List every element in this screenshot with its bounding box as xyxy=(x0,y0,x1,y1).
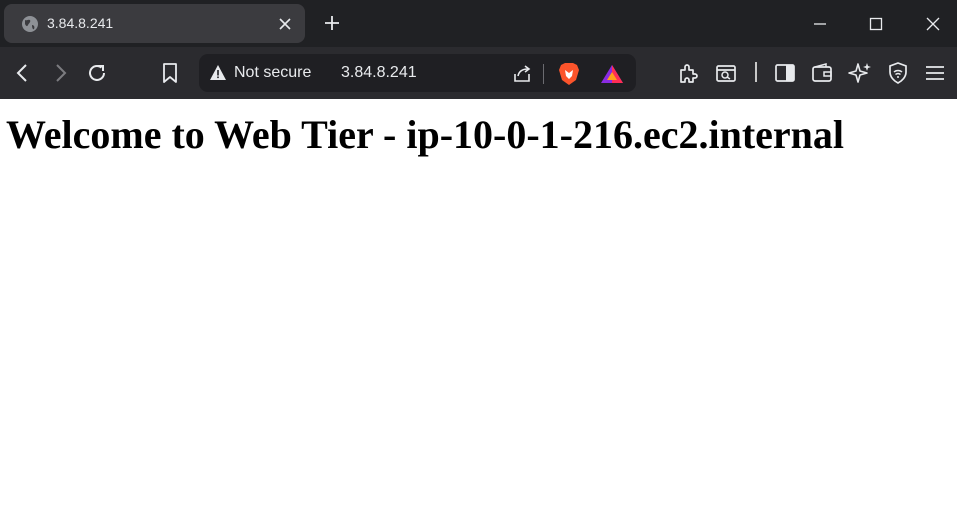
active-tab[interactable]: 3.84.8.241 xyxy=(4,4,305,43)
wallet-icon[interactable] xyxy=(810,61,834,85)
maximize-icon[interactable] xyxy=(866,14,886,34)
tab-strip: 3.84.8.241 xyxy=(0,0,957,47)
vpn-icon[interactable] xyxy=(886,61,910,85)
share-icon[interactable] xyxy=(512,64,532,84)
new-tab-icon[interactable] xyxy=(322,13,342,33)
minimize-icon[interactable] xyxy=(810,14,830,34)
brave-rewards-icon[interactable] xyxy=(600,64,624,84)
bookmark-icon[interactable] xyxy=(158,61,182,85)
toolbar-divider xyxy=(755,62,757,82)
warning-icon[interactable] xyxy=(209,64,227,82)
reload-icon[interactable] xyxy=(85,61,109,85)
globe-icon xyxy=(21,15,39,33)
extensions-icon[interactable] xyxy=(676,61,700,85)
security-label[interactable]: Not secure xyxy=(234,64,311,82)
back-icon[interactable] xyxy=(11,61,35,85)
forward-icon xyxy=(48,61,72,85)
close-icon[interactable] xyxy=(277,16,293,32)
address-bar[interactable]: Not secure 3.84.8.241 xyxy=(199,54,636,92)
brave-shields-icon[interactable] xyxy=(558,62,580,86)
sidebar-icon[interactable] xyxy=(773,61,797,85)
page-heading: Welcome to Web Tier - ip-10-0-1-216.ec2.… xyxy=(6,112,845,157)
omnibox-separator xyxy=(543,64,544,84)
close-window-icon[interactable] xyxy=(923,14,943,34)
leo-ai-icon[interactable] xyxy=(848,61,872,85)
browser-toolbar: Not secure 3.84.8.241 xyxy=(0,47,957,99)
url-text[interactable]: 3.84.8.241 xyxy=(341,64,417,82)
tab-search-icon[interactable] xyxy=(714,61,738,85)
page-content: Welcome to Web Tier - ip-10-0-1-216.ec2.… xyxy=(0,99,957,512)
menu-icon[interactable] xyxy=(923,61,947,85)
tab-title: 3.84.8.241 xyxy=(47,15,114,31)
